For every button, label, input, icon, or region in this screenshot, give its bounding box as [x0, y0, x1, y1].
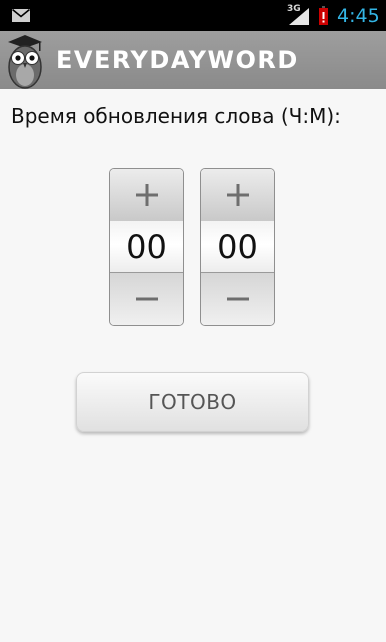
done-button[interactable]: ГОТОВО: [76, 372, 309, 432]
app-title: EVERYDAYWORD: [56, 46, 299, 74]
minus-icon: [227, 297, 249, 301]
plus-icon: [227, 184, 249, 206]
screen: 3G 4:45 EVERYDAYWORD Время обновления сл…: [0, 0, 386, 642]
battery-low-icon: [319, 6, 328, 25]
minutes-picker: 00: [200, 168, 275, 326]
hours-decrement-button[interactable]: [110, 272, 183, 325]
signal-icon: [289, 8, 309, 25]
minutes-decrement-button[interactable]: [201, 272, 274, 325]
envelope-icon: [12, 9, 30, 22]
plus-icon: [136, 184, 158, 206]
hours-picker: 00: [109, 168, 184, 326]
hours-value[interactable]: 00: [110, 221, 183, 273]
owl-icon: [8, 35, 42, 89]
update-time-prompt: Время обновления слова (Ч:М):: [11, 104, 341, 128]
status-bar: 3G 4:45: [0, 0, 386, 31]
minutes-increment-button[interactable]: [201, 169, 274, 222]
minutes-value[interactable]: 00: [201, 221, 274, 273]
clock: 4:45: [337, 5, 380, 27]
minus-icon: [136, 297, 158, 301]
hours-increment-button[interactable]: [110, 169, 183, 222]
